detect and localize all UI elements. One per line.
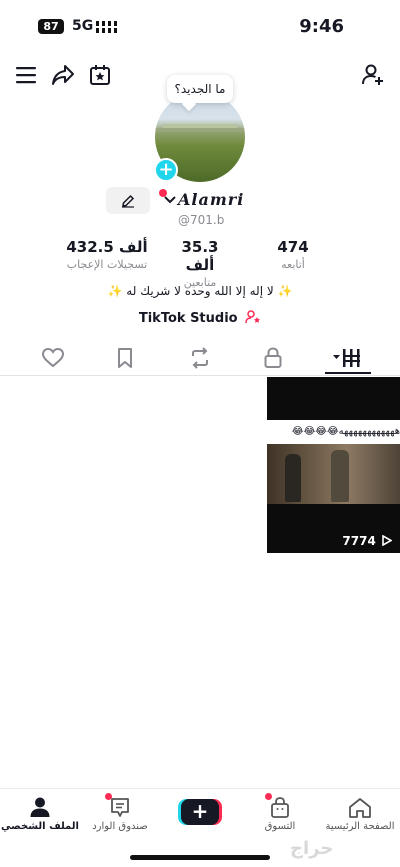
nav-shop-label: التسوق	[264, 821, 296, 832]
video-caption: ههههههههههههه😂😂😂😂	[267, 420, 400, 444]
nav-home[interactable]: الصفحة الرئيسية	[320, 789, 400, 839]
shop-notification-dot	[265, 793, 272, 800]
following-count: 474	[277, 238, 309, 256]
inbox-icon	[111, 798, 129, 817]
username-handle: @701.b	[178, 213, 225, 227]
display-name[interactable]: Alamri	[178, 190, 244, 209]
content-tabs	[0, 345, 400, 375]
stat-likes[interactable]: 432.5 ألف تسجيلات الإعجاب	[62, 238, 152, 271]
studio-label: TikTok Studio	[138, 311, 238, 326]
shopping-bag-icon	[271, 797, 289, 818]
video-frame	[267, 444, 400, 504]
signal-icon	[96, 21, 117, 33]
nav-inbox-label: صندوق الوارد	[92, 821, 148, 832]
stat-following[interactable]: 474 أتابعه	[266, 238, 320, 271]
add-story-button[interactable]: +	[154, 158, 178, 182]
followers-count: 35.3 ألف	[181, 238, 219, 274]
tab-reposts[interactable]	[189, 347, 211, 369]
tabs-divider	[0, 375, 400, 376]
clock: 9:46	[299, 16, 344, 37]
video-thumbnail[interactable]: ههههههههههههه😂😂😂😂 7774	[267, 377, 400, 553]
tab-favorites[interactable]	[117, 348, 133, 368]
watermark: حراج	[290, 838, 334, 859]
create-video-button[interactable]: +	[181, 799, 219, 825]
tab-liked[interactable]	[42, 348, 64, 368]
calendar-star-icon[interactable]	[89, 64, 111, 86]
play-icon	[382, 534, 393, 547]
nav-profile[interactable]: الملف الشخصي	[0, 789, 80, 839]
whats-new-tooltip[interactable]: ما الجديد؟	[167, 75, 233, 103]
pencil-icon	[122, 194, 135, 208]
home-indicator[interactable]	[130, 855, 270, 860]
video-figure-right	[331, 450, 349, 502]
studio-icon	[245, 310, 261, 324]
inbox-notification-dot	[105, 793, 112, 800]
likes-label: تسجيلات الإعجاب	[66, 258, 148, 271]
nav-shop[interactable]: التسوق	[240, 789, 320, 839]
share-icon[interactable]	[51, 64, 75, 86]
edit-profile-button[interactable]	[106, 187, 150, 214]
nav-profile-label: الملف الشخصي	[1, 821, 79, 832]
stat-followers[interactable]: 35.3 ألف متابعين	[165, 238, 235, 289]
likes-count: 432.5 ألف	[66, 238, 148, 256]
battery-indicator: 87	[38, 19, 64, 34]
tab-private[interactable]	[264, 347, 282, 369]
tab-videos[interactable]	[333, 348, 361, 368]
following-label: أتابعه	[281, 258, 305, 271]
status-bar: 87 5G 9:46	[0, 0, 400, 52]
home-icon	[349, 798, 371, 818]
nav-inbox[interactable]: صندوق الوارد	[80, 789, 160, 839]
profile-bio: ✨ لا إله إلا الله وحده لا شريك له ✨	[107, 284, 293, 298]
active-tab-indicator	[325, 372, 371, 374]
video-figure-left	[285, 454, 301, 502]
view-count-value: 7774	[342, 534, 376, 548]
avatar-photo-detail	[155, 128, 245, 132]
tiktok-studio-link[interactable]: TikTok Studio	[0, 310, 400, 326]
add-friend-icon[interactable]	[361, 63, 385, 87]
network-type: 5G	[72, 18, 94, 34]
chevron-down-icon[interactable]	[164, 196, 176, 204]
nav-home-label: الصفحة الرئيسية	[325, 821, 395, 832]
profile-icon	[30, 797, 50, 817]
view-count: 7774	[342, 534, 393, 548]
menu-icon[interactable]	[16, 66, 36, 84]
